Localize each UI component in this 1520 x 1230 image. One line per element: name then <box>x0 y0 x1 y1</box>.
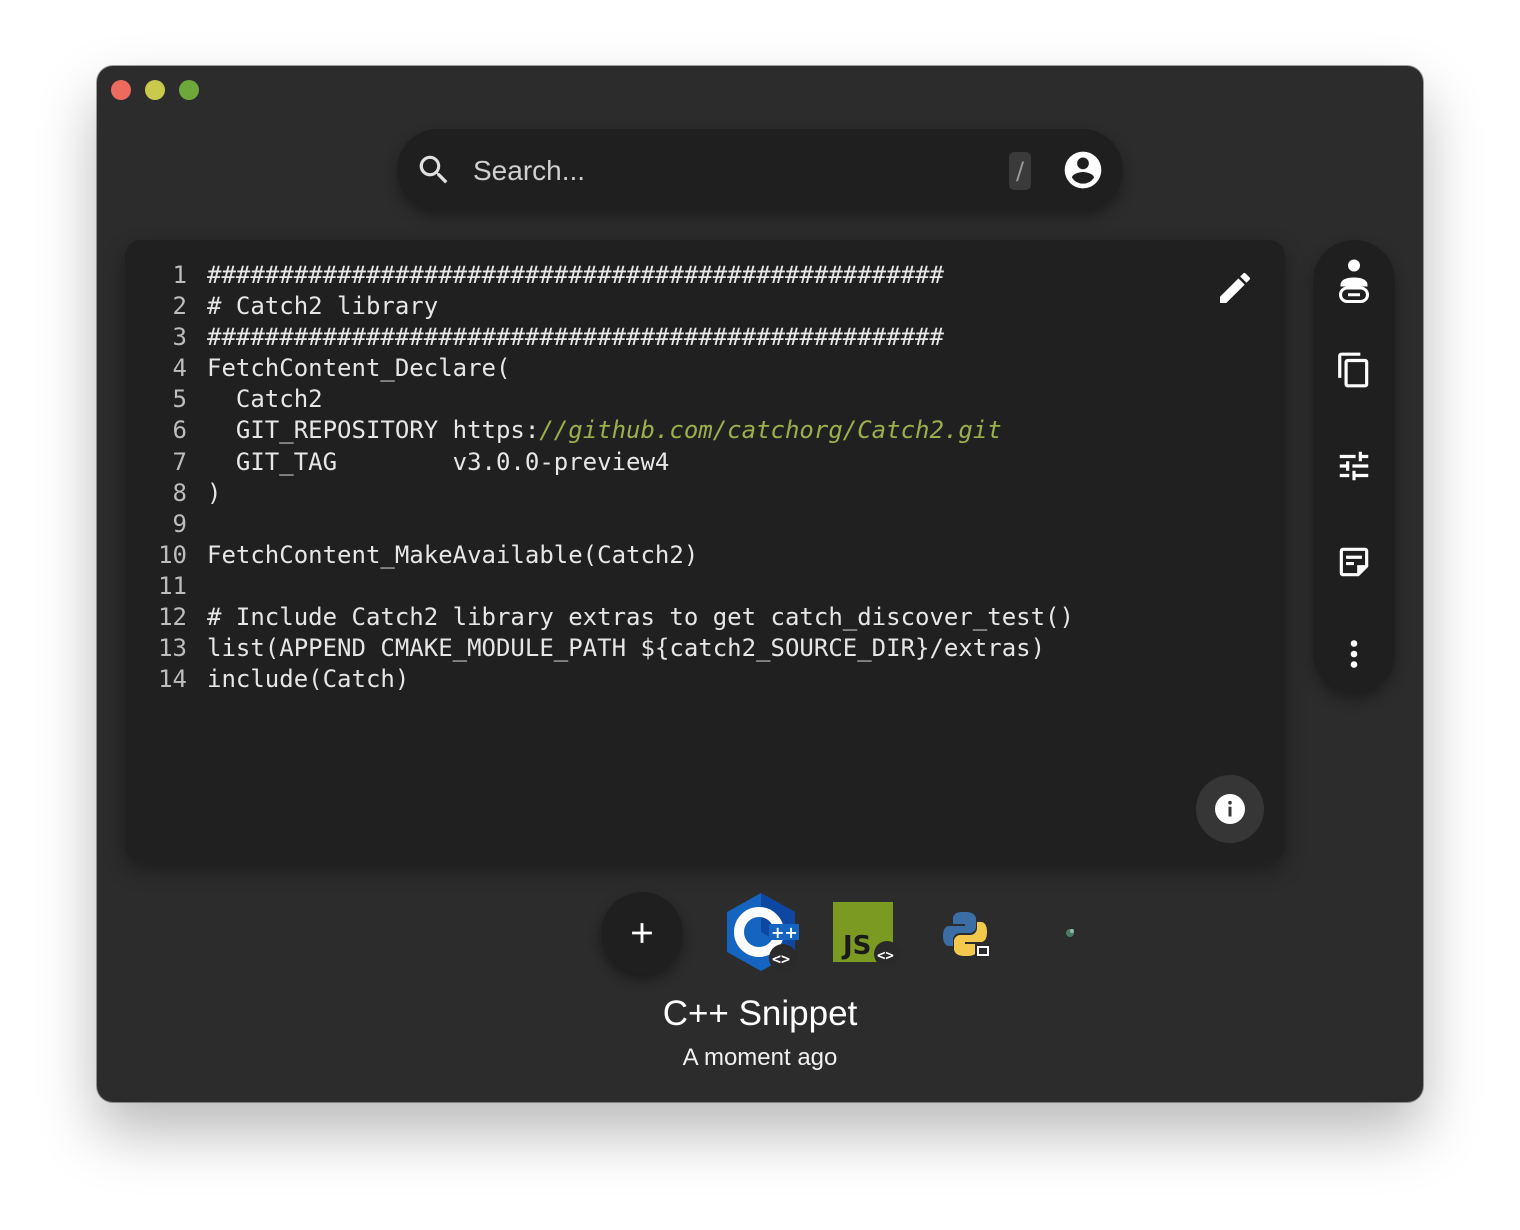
code-line: 5 Catch2 <box>125 384 1074 415</box>
svg-text:++: ++ <box>771 923 798 942</box>
search-icon <box>419 155 448 184</box>
snippet-title: C++ Snippet <box>662 994 858 1033</box>
info-icon <box>1215 794 1245 824</box>
code-text: FetchContent_Declare( <box>207 354 511 383</box>
close-window-button[interactable] <box>111 80 131 100</box>
snippet-toolbar <box>1313 240 1395 694</box>
repository-url: //github.com/catchorg/Catch2.git <box>539 416 1002 445</box>
zoom-window-button[interactable] <box>179 80 199 100</box>
code-block: 1 #######################################… <box>125 260 1074 695</box>
window-controls <box>111 80 199 100</box>
edit-pencil-icon[interactable] <box>1215 268 1255 308</box>
svg-text:<>: <> <box>772 950 790 968</box>
code-line: 6 GIT_REPOSITORY https://github.com/catc… <box>125 415 1074 446</box>
search-bar: / <box>397 129 1123 211</box>
minimize-window-button[interactable] <box>145 80 165 100</box>
snippet-timestamp: A moment ago <box>682 1044 838 1071</box>
copy-icon <box>1338 352 1369 388</box>
copy-button[interactable] <box>1332 348 1376 392</box>
code-editor[interactable]: 1 #######################################… <box>125 240 1285 862</box>
share-button[interactable] <box>1332 259 1376 304</box>
code-line: 4 FetchContent_Declare( <box>125 353 1074 384</box>
code-text: Catch2 <box>207 385 323 414</box>
code-line: 3 #######################################… <box>125 322 1074 353</box>
code-line: 11 <box>158 571 187 600</box>
account-icon[interactable] <box>1061 148 1105 192</box>
code-text: GIT_TAG v3.0.0-preview4 <box>207 447 670 476</box>
other-snippet-icon[interactable] <box>1063 926 1077 940</box>
code-line: 9 <box>172 509 187 538</box>
code-text: ) <box>207 478 222 507</box>
add-snippet-button[interactable] <box>601 892 683 974</box>
code-text: # Catch2 library <box>207 292 439 321</box>
app-window: / 1#####################################… <box>97 66 1423 1102</box>
svg-text:JS: JS <box>841 931 871 961</box>
code-text: include(Catch) <box>207 665 410 694</box>
code-line: 10 FetchContent_MakeAvailable(Catch2) <box>125 540 1074 571</box>
code-line: 2 # Catch2 library <box>125 291 1074 322</box>
code-text: # Include Catch2 library extras to get c… <box>207 603 1074 632</box>
tune-icon <box>1339 451 1369 481</box>
more-options-button[interactable] <box>1332 632 1376 676</box>
settings-button[interactable] <box>1332 444 1376 488</box>
python-snippet-icon[interactable] <box>943 910 995 960</box>
code-line: 7 GIT_TAG v3.0.0-preview4 <box>125 447 1074 478</box>
share-person-icon <box>1339 259 1369 303</box>
code-text: ########################################… <box>207 323 944 352</box>
code-line: 13 list(APPEND CMAKE_MODULE_PATH ${catch2… <box>125 633 1074 664</box>
js-snippet-icon[interactable]: JS <> <box>833 902 905 968</box>
code-text: FetchContent_MakeAvailable(Catch2) <box>207 540 699 569</box>
code-text: ########################################… <box>207 261 944 289</box>
cpp-snippet-icon[interactable]: ++ <> <box>721 890 803 974</box>
code-line: 1 #######################################… <box>125 260 1074 291</box>
notes-button[interactable] <box>1332 540 1376 584</box>
notes-icon <box>1339 547 1369 577</box>
info-button[interactable] <box>1196 775 1264 843</box>
search-shortcut-badge: / <box>1009 152 1031 190</box>
code-line: 8) <box>125 478 1074 509</box>
more-vert-icon <box>1350 640 1358 668</box>
code-line: 12 # Include Catch2 library extras to get… <box>125 602 1074 633</box>
code-text: GIT_REPOSITORY https: <box>207 416 540 445</box>
plus-icon <box>632 923 652 943</box>
search-input[interactable] <box>471 149 995 193</box>
code-line: 14 include(Catch) <box>125 664 1074 695</box>
code-text: list(APPEND CMAKE_MODULE_PATH ${catch2_S… <box>207 634 1046 663</box>
svg-text:<>: <> <box>877 948 894 964</box>
